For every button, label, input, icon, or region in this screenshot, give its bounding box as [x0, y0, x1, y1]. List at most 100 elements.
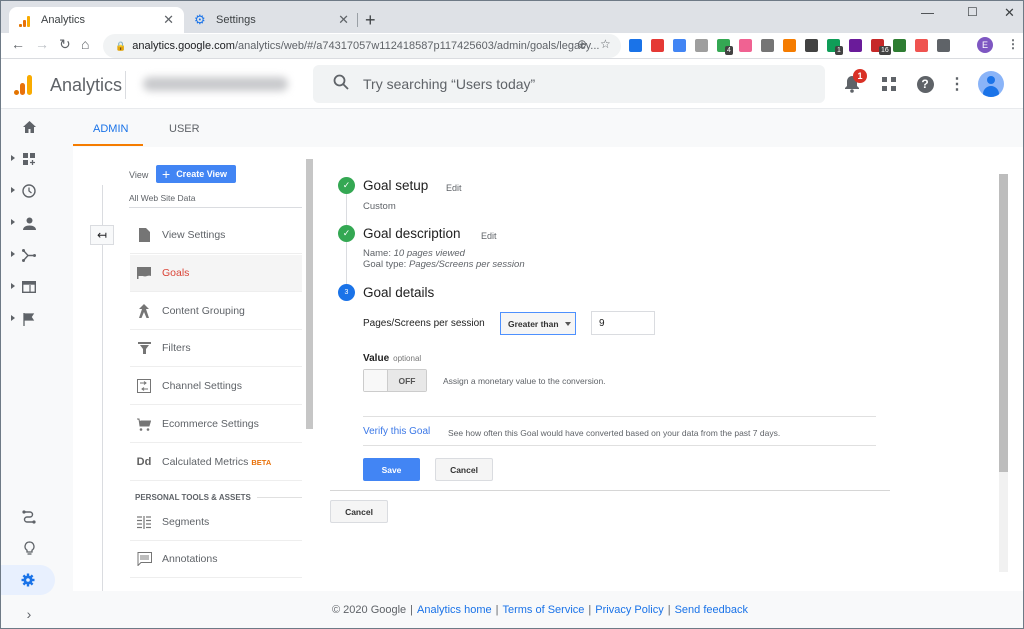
rail-conversions[interactable]	[1, 304, 57, 334]
acquisition-icon	[22, 248, 36, 262]
user-avatar[interactable]	[978, 71, 1004, 97]
divider	[363, 416, 876, 417]
nav-ecommerce-settings[interactable]: Ecommerce Settings	[130, 406, 302, 443]
nav-view-settings[interactable]: View Settings	[130, 217, 302, 254]
verify-goal-link[interactable]: Verify this Goal	[363, 426, 430, 437]
create-view-button[interactable]: + Create View	[156, 165, 236, 183]
more-options-button[interactable]: ⋮	[946, 73, 968, 95]
tab-title: Analytics	[41, 14, 86, 26]
nav-content-grouping[interactable]: Content Grouping	[130, 293, 302, 330]
camera-ext-icon[interactable]	[761, 39, 774, 52]
new-tab-button[interactable]: +	[365, 10, 376, 31]
rail-expand[interactable]: ›	[1, 599, 57, 629]
copyright: © 2020 Google	[332, 603, 407, 616]
browser-menu-icon[interactable]: ⋮	[1007, 37, 1019, 51]
forward-button[interactable]: →	[35, 36, 49, 52]
lock-icon: 🔒	[115, 40, 127, 51]
pink-arrow-ext-icon[interactable]	[739, 39, 752, 52]
nav-annotations[interactable]: Annotations	[130, 541, 302, 578]
puzzle-ext-icon[interactable]	[937, 39, 950, 52]
blue-tag-ext-icon[interactable]	[673, 39, 686, 52]
view-selector[interactable]: All Web Site Data	[129, 193, 195, 203]
home-button[interactable]: ⌂	[81, 36, 89, 52]
download-ext-icon[interactable]	[629, 39, 642, 52]
bookmark-star-icon[interactable]: ☆	[600, 37, 611, 51]
address-bar[interactable]: 🔒 analytics.google.com/analytics/web/#/a…	[103, 34, 621, 58]
verify-description: See how often this Goal would have conve…	[448, 428, 781, 438]
notifications-button[interactable]: 1	[841, 69, 867, 95]
operator-dropdown[interactable]: Greater than	[500, 312, 576, 335]
content-gutter	[57, 147, 73, 591]
bw-ext-icon[interactable]	[893, 39, 906, 52]
close-tab-icon[interactable]: ✕	[163, 12, 174, 28]
nav-scrollbar[interactable]	[306, 159, 313, 429]
code-ext-icon[interactable]	[695, 39, 708, 52]
operator-value: Greater than	[508, 318, 559, 329]
reload-button[interactable]: ↻	[59, 36, 71, 53]
collapse-back-button[interactable]: ↤	[90, 225, 114, 245]
goal-type-line: Goal type: Pages/Screens per session	[363, 259, 525, 270]
terms-link[interactable]: Terms of Service	[502, 604, 584, 616]
tab-title: Settings	[216, 14, 256, 26]
dark-bulb-ext-icon[interactable]	[805, 39, 818, 52]
nav-filters[interactable]: Filters	[130, 330, 302, 367]
purple-ext-icon[interactable]	[849, 39, 862, 52]
gear-icon	[21, 573, 35, 587]
tab-analytics[interactable]: Analytics ✕	[9, 7, 184, 33]
rail-audience[interactable]	[1, 208, 57, 238]
tab-admin[interactable]: ADMIN	[93, 123, 128, 135]
orange-chart-ext-icon[interactable]	[783, 39, 796, 52]
threshold-input[interactable]	[591, 311, 655, 335]
back-button[interactable]: ←	[11, 36, 25, 52]
feedback-link[interactable]: Send feedback	[675, 604, 748, 616]
rail-customization[interactable]	[1, 144, 57, 174]
document-icon	[136, 227, 152, 243]
target-ext-icon[interactable]	[915, 39, 928, 52]
maximize-button[interactable]: ☐	[967, 5, 978, 19]
cancel-button[interactable]: Cancel	[435, 458, 493, 481]
rail-home[interactable]	[1, 112, 57, 142]
rail-discover[interactable]	[1, 533, 57, 563]
tab-user[interactable]: USER	[169, 123, 200, 135]
plus-icon: +	[162, 166, 171, 182]
expand-arrow-icon	[11, 251, 15, 257]
analytics-home-link[interactable]: Analytics home	[417, 604, 492, 616]
edit-goal-description-link[interactable]: Edit	[481, 231, 497, 241]
privacy-link[interactable]: Privacy Policy	[595, 604, 663, 616]
close-tab-icon[interactable]: ✕	[338, 12, 349, 28]
close-window-button[interactable]: ✕	[1004, 5, 1015, 21]
main-scrollbar-thumb[interactable]	[999, 174, 1008, 472]
step-done-icon: ✓	[338, 177, 355, 194]
nav-segments[interactable]: Segments	[130, 504, 302, 541]
outer-cancel-button[interactable]: Cancel	[330, 500, 388, 523]
account-selector[interactable]	[143, 77, 288, 91]
browser-toolbar: ← → ↻ ⌂ 🔒 analytics.google.com/analytics…	[1, 33, 1023, 59]
rail-realtime[interactable]	[1, 176, 57, 206]
analytics-logo-icon[interactable]	[14, 73, 34, 95]
nav-channel-settings[interactable]: Channel Settings	[130, 368, 302, 405]
apps-grid-button[interactable]	[878, 73, 900, 95]
edit-goal-setup-link[interactable]: Edit	[446, 183, 462, 193]
help-button[interactable]: ?	[914, 73, 936, 95]
minimize-button[interactable]: —	[921, 5, 934, 20]
gear-icon: ⚙	[194, 12, 206, 27]
search-bar[interactable]: Try searching “Users today”	[313, 65, 825, 103]
nav-label: Annotations	[162, 553, 218, 565]
red-calendar-ext-icon[interactable]	[651, 39, 664, 52]
nav-goals[interactable]: Goals	[130, 255, 302, 292]
rail-acquisition[interactable]	[1, 240, 57, 270]
profile-avatar[interactable]: E	[977, 37, 993, 53]
zoom-icon[interactable]: ⊕	[577, 37, 587, 51]
rail-behavior[interactable]	[1, 272, 57, 302]
save-button[interactable]: Save	[363, 458, 420, 481]
caret-down-icon	[564, 321, 571, 326]
value-toggle[interactable]: OFF	[363, 369, 427, 392]
nav-label: Goals	[162, 267, 190, 279]
tab-settings[interactable]: ⚙ Settings ✕	[184, 7, 359, 33]
rail-admin[interactable]	[1, 565, 55, 595]
rail-attribution[interactable]	[1, 502, 57, 532]
nav-calculated-metrics[interactable]: Dd Calculated Metrics BETA	[130, 444, 302, 481]
extension-badge: 1	[835, 46, 843, 55]
browser-window: Analytics ✕ ⚙ Settings ✕ + — ☐ ✕ ← → ↻ ⌂…	[0, 0, 1024, 629]
toggle-knob	[364, 370, 388, 391]
